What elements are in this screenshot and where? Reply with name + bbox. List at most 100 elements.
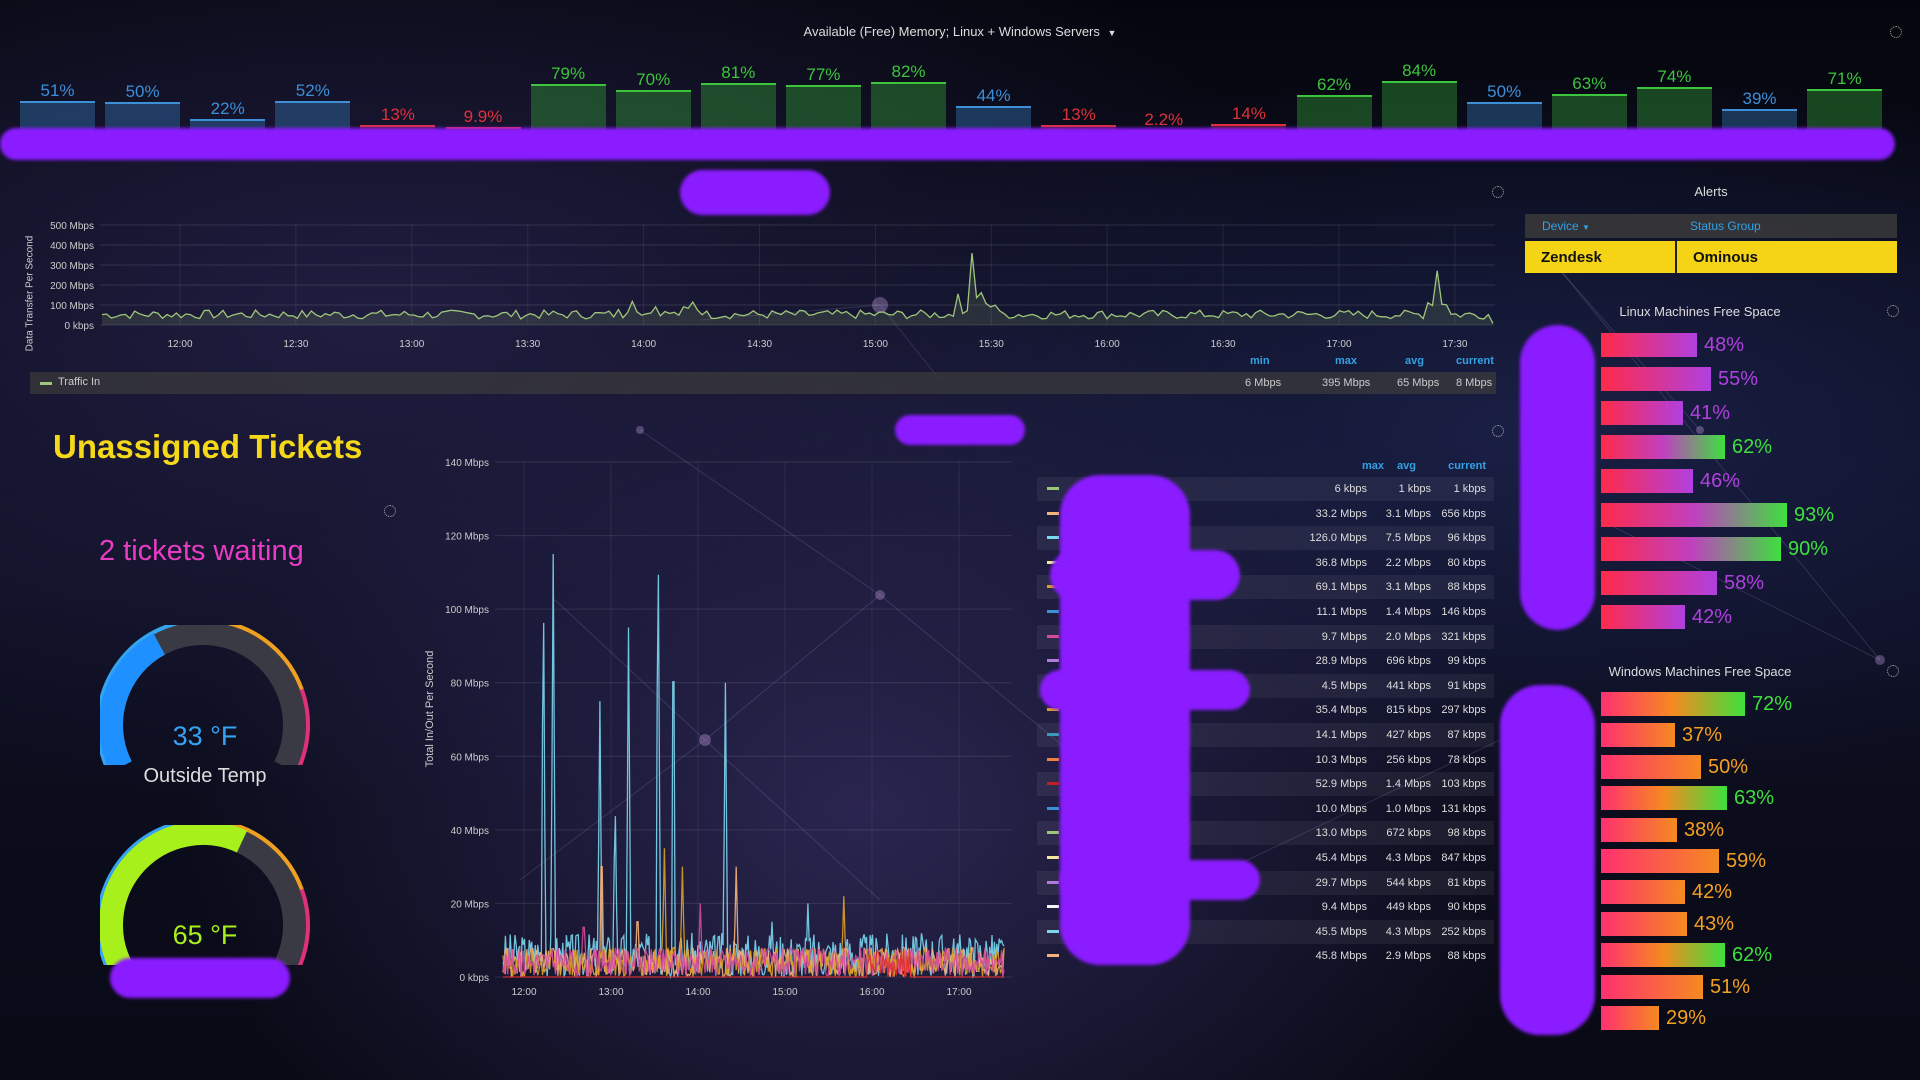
x-tick-label: 16:00 [859,987,884,998]
free-space-bar [1601,503,1787,527]
memory-bar-label: 44% [976,85,1011,105]
loading-spinner-icon [1492,425,1504,437]
legend-min: 6 Mbps [1245,377,1282,389]
free-space-label: 72% [1752,693,1793,715]
legend-max: 11.1 Mbps [1316,606,1367,618]
legend-row-traffic-in[interactable]: Traffic In 6 Mbps 395 Mbps 65 Mbps 8 Mbp… [30,372,1496,394]
memory-bar-label: 13% [380,104,415,124]
memory-bar-label: 14% [1231,104,1266,124]
memory-bar-chart: 51% 50% 22% 52% 13% 9.9% 79% 70% 81% 77% 82% 44% 13%… [20,60,1890,135]
free-space-bar [1601,1006,1659,1030]
free-space-label: 58% [1724,572,1765,594]
free-space-bar [1601,435,1725,459]
legend-swatch [1047,954,1059,958]
legend-current: 103 kbps [1441,778,1486,791]
gauge-label-outside: Outside Temp [143,765,267,787]
memory-bar-label: 50% [1487,82,1522,102]
free-space-bar [1601,571,1717,595]
legend-current: 1 kbps [1453,483,1486,495]
memory-bar-label: 9.9% [463,106,503,126]
legend-header-min: min [1250,355,1270,367]
y-tick-label: 80 Mbps [451,679,489,690]
legend-max: 45.5 Mbps [1315,925,1367,938]
memory-bar-label: 22% [210,99,245,119]
legend-swatch [1047,806,1059,810]
legend-current: 78 kbps [1447,753,1486,766]
x-tick-label: 14:00 [685,987,710,998]
legend-avg: 2.2 Mbps [1385,556,1431,569]
legend-max: 69.1 Mbps [1315,581,1367,594]
legend-swatch [1047,831,1059,835]
free-space-label: 46% [1700,470,1741,492]
x-tick-label: 12:30 [283,339,308,350]
memory-bar-label: 2.2% [1144,110,1184,129]
legend-max: 10.0 Mbps [1315,802,1367,815]
x-tick-label: 15:30 [979,339,1004,350]
traffic-line [101,253,1494,324]
legend-avg: 1.4 Mbps [1385,606,1431,618]
memory-bar-label: 51% [40,81,75,101]
free-space-label: 59% [1726,850,1767,872]
y-tick-label: 300 Mbps [50,261,94,272]
redaction-mark [1500,685,1595,1035]
legend-avg: 2.9 Mbps [1385,950,1431,963]
memory-panel-title-text: Available (Free) Memory; Linux + Windows… [803,24,1100,39]
redaction-mark [1050,550,1240,600]
loading-spinner-icon [1890,26,1902,38]
legend-swatch [1047,634,1059,638]
redaction-mark [110,958,290,998]
free-space-bar [1601,605,1685,629]
column-status-group[interactable]: Status Group [1690,219,1761,233]
redaction-mark [1040,670,1250,710]
free-space-bar [1601,401,1683,425]
column-device[interactable]: Device ▼ [1542,219,1590,233]
legend-current: 847 kbps [1441,852,1486,864]
y-tick-label: 500 Mbps [50,221,94,232]
multi-legend-header: max avg current [1037,460,1494,476]
legend-header-avg: avg [1405,355,1424,367]
x-tick-label: 14:00 [631,339,656,350]
alert-row[interactable]: Zendesk Ominous [1525,241,1897,273]
legend-max: 33.2 Mbps [1315,507,1367,520]
x-tick-label: 14:30 [747,339,772,350]
y-tick-label: 0 kbps [460,973,489,984]
multi-ylabel: Total In/Out Per Second [424,650,436,768]
legend-current: 88 kbps [1447,581,1486,594]
alert-status: Ominous [1693,249,1759,266]
legend-current: 90 kbps [1447,901,1486,914]
legend-current: 8 Mbps [1456,377,1493,389]
legend-avg: 3.1 Mbps [1385,507,1431,520]
x-tick-label: 16:00 [1095,339,1120,350]
free-space-label: 55% [1718,368,1759,390]
memory-bar-label: 79% [551,64,586,84]
y-tick-label: 140 Mbps [445,458,489,469]
legend-current: 81 kbps [1447,876,1486,889]
sort-desc-icon: ▼ [1582,223,1590,232]
legend-avg: 256 kbps [1386,753,1431,766]
legend-swatch [1047,929,1059,933]
chevron-down-icon: ▼ [1107,28,1117,38]
free-space-label: 37% [1682,724,1723,747]
memory-panel-title[interactable]: Available (Free) Memory; Linux + Windows… [760,24,1160,39]
legend-avg: 4.3 Mbps [1385,852,1431,864]
legend-current: 98 kbps [1447,827,1486,840]
legend-swatch [40,382,52,385]
memory-bar-label: 82% [891,62,926,82]
x-tick-label: 12:00 [167,339,192,350]
x-tick-label: 15:00 [863,339,888,350]
y-tick-label: 0 kbps [65,321,94,332]
legend-avg: 4.3 Mbps [1385,925,1431,938]
legend-max: 395 Mbps [1322,377,1371,389]
header-max: max [1361,460,1384,472]
legend-max: 14.1 Mbps [1315,729,1367,741]
y-tick-label: 100 Mbps [445,605,489,616]
free-space-bar [1601,911,1687,936]
x-tick-label: 13:30 [515,339,540,350]
traffic-ylabel: Data Transfer Per Second [24,235,36,352]
legend-max: 13.0 Mbps [1315,827,1367,840]
legend-avg: 1 kbps [1398,483,1431,495]
free-space-bar [1601,849,1719,873]
legend-max: 29.7 Mbps [1315,876,1367,889]
legend-max: 6 kbps [1334,483,1367,495]
free-space-label: 62% [1732,436,1773,458]
